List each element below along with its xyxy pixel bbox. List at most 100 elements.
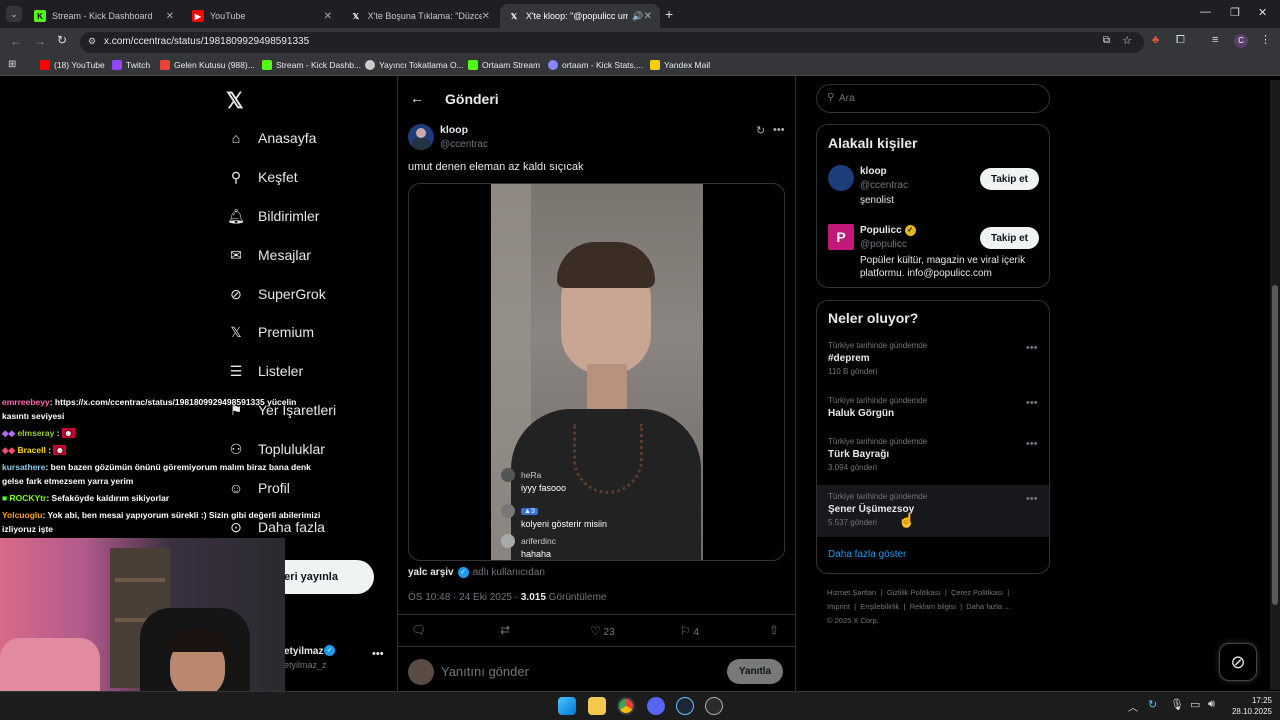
discord-icon[interactable] xyxy=(647,697,665,715)
bookmark-item[interactable]: ortaam - Kick Stats,... xyxy=(548,60,643,70)
close-tab-icon[interactable]: ✕ xyxy=(644,11,652,22)
follow-button[interactable]: Takip et xyxy=(980,168,1039,190)
search-input[interactable]: ⚲ Ara xyxy=(816,84,1050,113)
more-dots-icon[interactable]: ••• xyxy=(1026,438,1038,450)
chrome-icon[interactable] xyxy=(617,697,635,715)
grok-icon[interactable]: ↻ xyxy=(756,124,765,137)
reply-input[interactable]: Yanıtını gönder xyxy=(441,664,711,679)
menu-icon[interactable]: ⋮ xyxy=(1260,33,1271,46)
close-tab-icon[interactable]: ✕ xyxy=(324,11,332,22)
bookmark-item[interactable]: (18) YouTube xyxy=(40,60,105,70)
media-icon[interactable]: ≡ xyxy=(1212,34,1218,46)
trend-item[interactable]: Türkiye tarihinde gündemde Şener Üşümezs… xyxy=(828,492,1038,527)
person-name[interactable]: kloop xyxy=(860,166,887,177)
author-avatar[interactable] xyxy=(408,124,434,150)
scrollbar-thumb[interactable] xyxy=(1272,285,1278,605)
display-icon[interactable]: ▭ xyxy=(1190,698,1200,711)
back-icon[interactable]: ← xyxy=(10,34,22,48)
more-dots-icon[interactable]: ••• xyxy=(1026,342,1038,354)
nav-profile[interactable]: ☺ Profil xyxy=(226,474,290,502)
bookmark-item[interactable]: Ortaam Stream xyxy=(468,60,540,70)
browser-tab-active[interactable]: 𝕏 X'te kloop: "@populicc umu 🔊 ✕ xyxy=(500,4,660,28)
avatar[interactable] xyxy=(828,165,854,191)
populicc-logo-icon[interactable]: P xyxy=(828,224,854,250)
like-button[interactable]: ♡ 23 xyxy=(590,624,615,638)
more-dots-icon[interactable]: ••• xyxy=(1026,397,1038,409)
reply-button[interactable]: Yanıtla xyxy=(727,659,783,684)
address-bar[interactable]: ⚙ x.com/ccentrac/status/1981809929498591… xyxy=(80,32,1144,53)
communities-icon: ⚇ xyxy=(229,440,243,457)
profile-avatar[interactable]: C xyxy=(1234,34,1248,48)
new-tab-button[interactable]: + xyxy=(665,6,673,22)
close-window-button[interactable]: ✕ xyxy=(1258,6,1267,19)
share-icon[interactable]: ⇧ xyxy=(769,623,779,637)
nav-supergrok[interactable]: ⊘ SuperGrok xyxy=(226,280,326,308)
trend-item[interactable]: Türkiye tarihinde gündemde #deprem 110 B… xyxy=(828,341,1038,376)
bookmark-item[interactable]: Twitch xyxy=(112,60,150,70)
more-dots-icon[interactable]: ••• xyxy=(372,648,384,660)
bookmark-item[interactable]: Gelen Kutusu (988)... xyxy=(160,60,255,70)
trend-item[interactable]: Türkiye tarihinde gündemde Türk Bayrağı … xyxy=(828,437,1038,472)
install-app-icon[interactable]: ⧉ xyxy=(1103,35,1110,46)
browser-tab[interactable]: ▶ YouTube ✕ xyxy=(184,4,340,28)
mic-icon[interactable]: 🎙︎ xyxy=(1170,698,1184,711)
tab-search-button[interactable]: ⌄ xyxy=(6,6,22,22)
folder-icon[interactable] xyxy=(588,697,606,715)
scrollbar[interactable] xyxy=(1270,80,1280,690)
video-player[interactable]: heRa iyyy fasooo ▲3 kolyeni gösterir mis… xyxy=(408,183,785,561)
bookmark-item[interactable]: Stream - Kick Dashb... xyxy=(262,60,361,70)
list-icon: ☰ xyxy=(229,362,243,379)
apps-icon[interactable]: ⊞ xyxy=(8,59,16,70)
forward-icon[interactable]: → xyxy=(34,34,46,48)
bookmark-button[interactable]: ⚐ 4 xyxy=(680,624,699,638)
person-name[interactable]: Populicc ✓ xyxy=(860,225,916,236)
browser-tab[interactable]: K Stream - Kick Dashboard ✕ xyxy=(26,4,182,28)
site-info-icon[interactable]: ⚙ xyxy=(88,36,96,47)
tray-chevron-icon[interactable]: ︿ xyxy=(1128,699,1138,714)
post-actions-divider xyxy=(398,614,795,615)
avatar xyxy=(501,534,515,548)
close-tab-icon[interactable]: ✕ xyxy=(482,11,490,22)
quote-attribution[interactable]: yalc arşiv ✓ adlı kullanıcıdan xyxy=(408,567,545,578)
grok-floating-button[interactable]: ⊘ xyxy=(1219,643,1257,681)
reload-icon[interactable]: ↻ xyxy=(57,33,67,47)
author-handle[interactable]: @ccentrac xyxy=(440,139,488,150)
globe-icon xyxy=(365,60,375,70)
search-icon: ⚲ xyxy=(827,92,835,103)
bookmark-item[interactable]: Yayıncı Tokatlama O... xyxy=(365,60,464,70)
nav-explore[interactable]: ⚲ Keşfet xyxy=(226,163,298,191)
follow-button[interactable]: Takip et xyxy=(980,227,1039,249)
comment-item: ariferdinc hahaha xyxy=(501,534,691,559)
verified-badge-icon: ✓ xyxy=(457,567,469,578)
volume-icon[interactable]: 🔊︎ xyxy=(1208,698,1215,711)
clock[interactable]: 17:25 28.10.2025 xyxy=(1226,695,1272,717)
nav-premium[interactable]: 𝕏 Premium xyxy=(226,318,314,346)
puzzle-icon[interactable]: ⧠ xyxy=(1176,34,1185,47)
windows-start-icon[interactable] xyxy=(558,697,576,715)
reply-icon[interactable]: 🗨︎ xyxy=(411,623,426,637)
close-tab-icon[interactable]: ✕ xyxy=(166,11,174,22)
nav-communities[interactable]: ⚇ Topluluklar xyxy=(226,435,325,463)
app-icon[interactable] xyxy=(705,697,723,715)
bookmark-star-icon[interactable]: ☆ xyxy=(1122,34,1132,47)
steam-icon[interactable] xyxy=(676,697,694,715)
nav-lists[interactable]: ☰ Listeler xyxy=(226,357,303,385)
author-name[interactable]: kloop xyxy=(440,124,468,136)
nav-home[interactable]: ⌂ Anasayfa xyxy=(226,124,317,152)
extension-icon[interactable]: ♣ xyxy=(1152,34,1159,46)
minimize-button[interactable]: — xyxy=(1200,6,1211,18)
nav-notifications[interactable]: 🔔︎ Bildirimler xyxy=(226,202,319,230)
sync-icon[interactable]: ↻ xyxy=(1148,698,1157,711)
x-logo-icon[interactable]: 𝕏 xyxy=(226,88,244,114)
more-dots-icon[interactable]: ••• xyxy=(773,124,785,136)
more-dots-icon[interactable]: ••• xyxy=(1026,493,1038,505)
repost-icon[interactable]: ⇄ xyxy=(500,623,510,637)
browser-tab[interactable]: 𝕏 X'te Boşuna Tıklama: "Düzce'de ✕ xyxy=(342,4,498,28)
back-arrow-icon[interactable]: ← xyxy=(410,90,424,106)
trend-item[interactable]: Türkiye tarihinde gündemde Haluk Görgün xyxy=(828,396,1038,419)
restore-button[interactable]: ❐ xyxy=(1230,6,1240,19)
audio-icon[interactable]: 🔊 xyxy=(632,11,643,22)
nav-messages[interactable]: ✉ Mesajlar xyxy=(226,241,311,269)
show-more-link[interactable]: Daha fazla göster xyxy=(828,549,906,560)
bookmark-item[interactable]: Yandex Mail xyxy=(650,60,710,70)
